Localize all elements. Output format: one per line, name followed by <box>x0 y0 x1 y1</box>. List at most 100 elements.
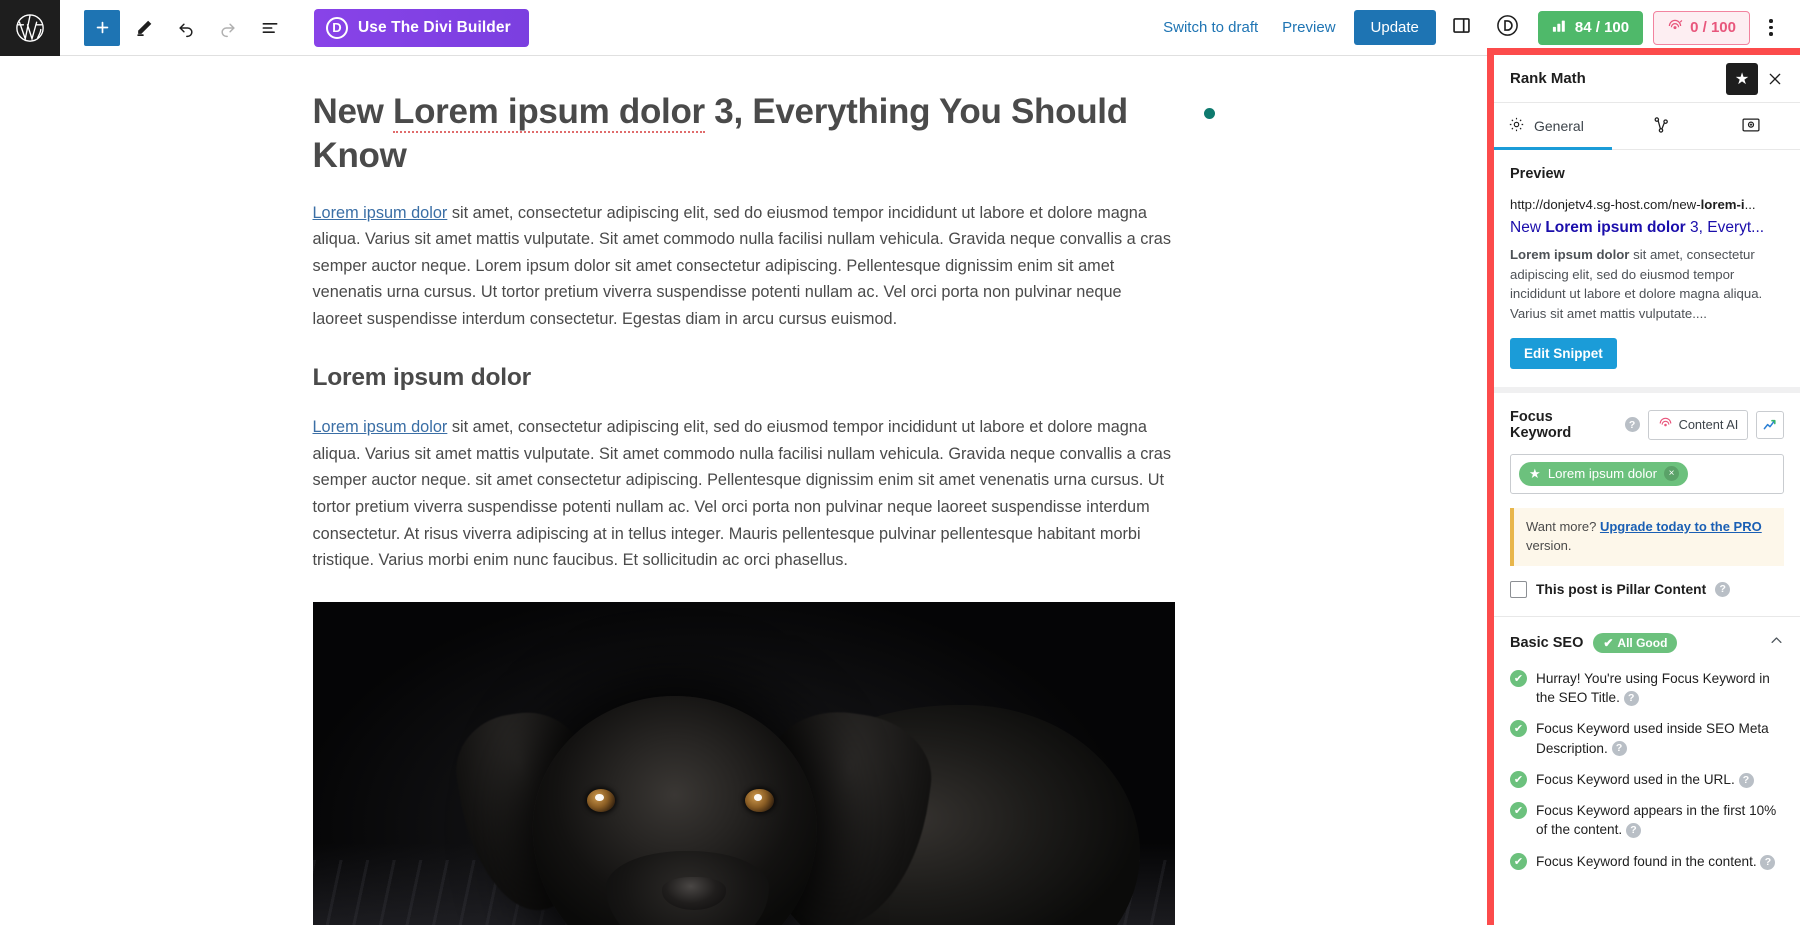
check-icon: ✔ <box>1510 720 1527 738</box>
remove-keyword-icon[interactable]: × <box>1664 466 1680 482</box>
rank-math-panel: Rank Math ★ General Preview http://donje… <box>1494 55 1800 925</box>
list-item: ✔ Hurray! You're using Focus Keyword in … <box>1510 669 1784 708</box>
check-text: Focus Keyword found in the content. ? <box>1536 852 1776 871</box>
post-title-keyword: Lorem ipsum dolor <box>393 92 705 133</box>
list-item: ✔ Focus Keyword found in the content. ? <box>1510 852 1784 871</box>
close-icon[interactable] <box>1758 62 1792 96</box>
snippet-preview-section: Preview http://donjetv4.sg-host.com/new-… <box>1494 150 1800 393</box>
wordpress-logo-icon <box>15 13 45 43</box>
focus-keyword-value: Lorem ipsum dolor <box>1547 466 1658 482</box>
focus-keyword-input[interactable]: ★ Lorem ipsum dolor × <box>1510 453 1784 494</box>
use-divi-builder-button[interactable]: D Use The Divi Builder <box>314 8 529 47</box>
check-text: Focus Keyword appears in the first 10% o… <box>1536 801 1784 840</box>
seo-score-badge[interactable]: 84 / 100 <box>1537 10 1644 45</box>
content-ai-score-badge[interactable]: 0 / 100 <box>1653 10 1750 45</box>
photo-dog-eye-left <box>586 788 616 812</box>
check-icon: ✔ <box>1510 852 1527 870</box>
help-icon[interactable]: ? <box>1624 417 1640 433</box>
status-badge: ✔ All Good <box>1593 632 1678 653</box>
snippet-url-ellipsis: ... <box>1744 197 1756 212</box>
redo-button[interactable] <box>210 10 246 46</box>
pillar-content-label: This post is Pillar Content <box>1536 581 1707 597</box>
content-ai-icon <box>1658 416 1673 434</box>
pillar-content-checkbox[interactable] <box>1510 580 1527 598</box>
help-icon[interactable]: ? <box>1715 581 1731 597</box>
schema-icon <box>1651 115 1671 138</box>
rank-math-header: Rank Math ★ <box>1494 55 1800 103</box>
preview-button[interactable]: Preview <box>1270 13 1347 42</box>
check-icon: ✔ <box>1510 669 1527 687</box>
upgrade-pro-link[interactable]: Upgrade today to the PRO <box>1600 519 1762 534</box>
post-title-prefix: New <box>312 92 393 131</box>
content-ai-button-label: Content AI <box>1678 417 1739 433</box>
snippet-title-keyword: Lorem ipsum dolor <box>1545 218 1686 236</box>
seo-score-value: 84 / 100 <box>1574 19 1630 36</box>
preview-heading: Preview <box>1510 166 1565 182</box>
check-label: Focus Keyword used inside SEO Meta Descr… <box>1536 721 1769 756</box>
content-ai-button[interactable]: Content AI <box>1647 409 1749 440</box>
rank-math-highlight-border: Rank Math ★ General Preview http://donje… <box>1487 48 1800 925</box>
photo-dog-eye-right <box>745 788 774 812</box>
trend-up-icon[interactable] <box>1756 410 1784 439</box>
divi-circle-icon <box>1496 14 1519 42</box>
tab-general[interactable]: General <box>1494 103 1620 150</box>
post-title[interactable]: New Lorem ipsum dolor 3, Everything You … <box>313 90 1175 178</box>
toolbar-left-group: D Use The Divi Builder <box>60 8 529 47</box>
rank-math-tabs: General <box>1494 103 1800 150</box>
paragraph-block-1[interactable]: Lorem ipsum dolor sit amet, consectetur … <box>313 200 1175 333</box>
help-icon[interactable]: ? <box>1611 741 1627 757</box>
add-block-button[interactable] <box>84 9 120 46</box>
more-options-button[interactable] <box>1754 8 1788 48</box>
chevron-up-icon[interactable] <box>1769 633 1784 653</box>
snippet-url-base: http://donjetv4.sg-host.com/new- <box>1510 197 1701 212</box>
help-icon[interactable]: ? <box>1760 854 1776 870</box>
settings-sidebar-toggle-button[interactable] <box>1442 8 1482 48</box>
update-button[interactable]: Update <box>1353 10 1436 45</box>
upgrade-notice-prefix: Want more? <box>1526 518 1600 534</box>
content-ai-score-value: 0 / 100 <box>1690 19 1736 36</box>
sidebar-panel-icon <box>1451 15 1472 41</box>
content-ai-icon <box>1667 18 1683 38</box>
snippet-title[interactable]: New Lorem ipsum dolor 3, Everyt... <box>1510 218 1784 239</box>
check-label: Focus Keyword appears in the first 10% o… <box>1536 803 1777 838</box>
check-text: Focus Keyword used in the URL. ? <box>1536 770 1754 789</box>
gear-icon <box>1508 116 1525 136</box>
document-overview-button[interactable] <box>252 10 288 46</box>
check-label: Focus Keyword found in the content. <box>1536 853 1757 869</box>
list-item: ✔ Focus Keyword used inside SEO Meta Des… <box>1510 719 1784 758</box>
wordpress-logo-button[interactable] <box>0 0 60 56</box>
upgrade-notice: Want more? Upgrade today to the PRO vers… <box>1510 507 1784 566</box>
pillar-content-checkbox-row[interactable]: This post is Pillar Content ? <box>1510 580 1784 598</box>
help-icon[interactable]: ? <box>1625 823 1641 839</box>
focus-keyword-header: Focus Keyword ? Content AI <box>1510 409 1784 441</box>
focus-keyword-tag[interactable]: ★ Lorem ipsum dolor × <box>1519 461 1689 486</box>
help-icon[interactable]: ? <box>1738 772 1754 788</box>
basic-seo-heading: Basic SEO <box>1510 634 1584 651</box>
basic-seo-check-list: ✔ Hurray! You're using Focus Keyword in … <box>1510 669 1784 871</box>
star-icon: ★ <box>1529 465 1541 481</box>
check-icon: ✔ <box>1603 635 1614 650</box>
snippet-title-suffix: 3, Everyt... <box>1685 218 1765 236</box>
heading-block[interactable]: Lorem ipsum dolor <box>313 364 1175 392</box>
divi-icon-button[interactable] <box>1488 8 1528 48</box>
editor-canvas: New Lorem ipsum dolor 3, Everything You … <box>0 56 1487 925</box>
edit-tool-button[interactable] <box>126 10 162 46</box>
check-label: Focus Keyword used in the URL. <box>1536 771 1735 787</box>
edit-snippet-button[interactable]: Edit Snippet <box>1510 337 1617 369</box>
seo-score-icon <box>1552 19 1568 37</box>
switch-to-draft-button[interactable]: Switch to draft <box>1151 13 1270 42</box>
help-icon[interactable]: ? <box>1623 690 1639 706</box>
basic-seo-header[interactable]: Basic SEO ✔ All Good <box>1510 632 1784 653</box>
tab-social[interactable] <box>1710 103 1800 149</box>
rank-math-title: Rank Math <box>1510 70 1586 87</box>
undo-button[interactable] <box>168 10 204 46</box>
keyword-link-2[interactable]: Lorem ipsum dolor <box>313 418 448 436</box>
star-icon[interactable]: ★ <box>1726 62 1758 95</box>
divi-builder-label: Use The Divi Builder <box>358 18 511 36</box>
tab-schema[interactable] <box>1620 103 1710 149</box>
keyword-link-1[interactable]: Lorem ipsum dolor <box>313 204 448 222</box>
image-block[interactable] <box>312 601 1175 925</box>
check-icon: ✔ <box>1510 770 1527 788</box>
paragraph-block-2[interactable]: Lorem ipsum dolor sit amet, consectetur … <box>313 414 1175 573</box>
divi-logo-icon: D <box>326 16 348 39</box>
